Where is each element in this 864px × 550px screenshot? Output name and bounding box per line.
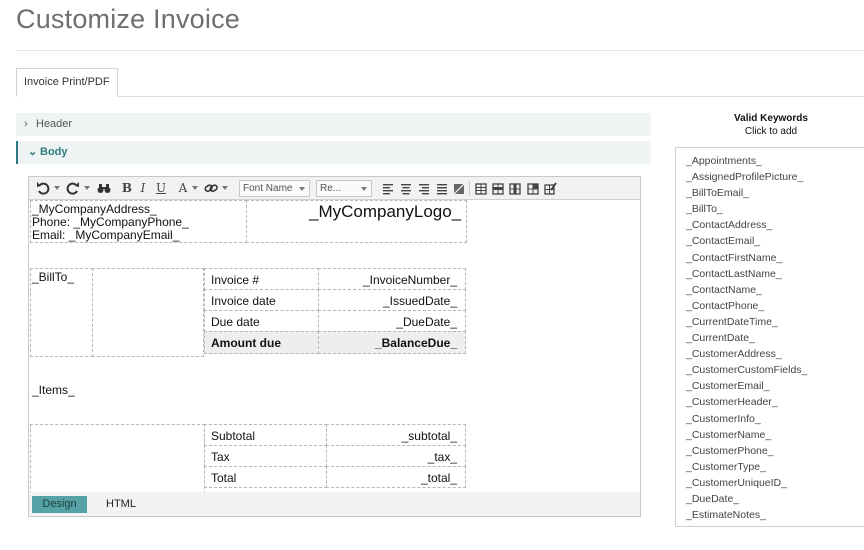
redo-icon[interactable] [66,179,80,197]
keyword-item[interactable]: _ContactLastName_ [676,266,864,282]
keyword-item[interactable]: _DueDate_ [676,491,864,507]
company-logo-keyword: _MyCompanyLogo_ [309,202,462,221]
company-email-keyword: Email: _MyCompanyEmail_ [32,228,180,242]
text-color-dropdown-icon[interactable] [192,186,198,190]
toolbar-separator [469,181,470,196]
undo-icon[interactable] [36,179,50,197]
keyword-item[interactable]: _CustomerPhone_ [676,443,864,459]
link-dropdown-icon[interactable] [222,186,228,190]
keyword-item[interactable]: _CustomerAddress_ [676,346,864,362]
editor-mode-tabs: Design HTML [29,492,640,516]
keyword-item[interactable]: _CurrentDateTime_ [676,314,864,330]
total-keyword: _total_ [420,471,457,485]
keyword-item[interactable]: _EstimateNotes_ [676,507,864,523]
tax-label: Tax [211,450,230,464]
align-right-icon[interactable] [418,179,430,197]
edit-table-icon[interactable] [544,179,557,197]
editor-toolbar: B I U A Font Name Re... [29,177,640,200]
html-tab[interactable]: HTML [100,496,142,513]
keyword-item[interactable]: _CustomerInfo_ [676,411,864,427]
editor-content[interactable]: _MyCompanyAddress_ Phone: _MyCompanyPhon… [29,200,640,492]
insert-table-icon[interactable] [475,179,487,197]
keyword-item[interactable]: _ContactPhone_ [676,298,864,314]
amount-due-label: Amount due [211,336,281,350]
italic-button[interactable]: I [137,179,149,197]
bold-button[interactable]: B [121,179,133,197]
keyword-item[interactable]: _ContactFirstName_ [676,250,864,266]
items-keyword: _Items_ [32,383,75,397]
keyword-item[interactable]: _BillTo_ [676,201,864,217]
font-size-dropdown-icon [361,187,367,191]
keyword-item[interactable]: _CustomerEmail_ [676,378,864,394]
find-icon[interactable] [96,179,112,197]
chevron-right-icon: › [24,118,28,130]
rich-text-editor: B I U A Font Name Re... _MyCompanyAddres… [28,176,641,517]
keyword-item[interactable]: _CustomerCustomFields_ [676,362,864,378]
due-date-keyword: _DueDate_ [396,315,457,329]
table-row-icon[interactable] [492,179,504,197]
table-cell-icon[interactable] [527,179,539,197]
spacer-cell [92,268,204,357]
keyword-item[interactable]: _CustomerUniqueID_ [676,475,864,491]
keyword-item[interactable]: _CustomerType_ [676,459,864,475]
title-divider [16,50,864,51]
keywords-list: _Appointments_ _AssignedProfilePicture_ _B… [675,147,864,527]
text-color-icon[interactable]: A [177,179,189,197]
tab-bar: Invoice Print/PDF [16,68,864,97]
due-date-label: Due date [211,315,260,329]
design-tab[interactable]: Design [32,496,87,513]
font-name-select[interactable]: Font Name [239,180,310,197]
keyword-item[interactable]: _ContactEmail_ [676,233,864,249]
font-size-select[interactable]: Re... [316,180,372,197]
keyword-item[interactable]: _BillToEmail_ [676,185,864,201]
font-size-value: Re... [320,183,342,194]
section-body-label: Body [40,146,68,158]
bill-to-keyword: _BillTo_ [32,270,75,284]
invoice-date-label: Invoice date [211,294,276,308]
keyword-item[interactable]: _CurrentDate_ [676,330,864,346]
keyword-item[interactable]: _ContactName_ [676,282,864,298]
tab-invoice-print-pdf[interactable]: Invoice Print/PDF [16,68,118,97]
keywords-subtitle: Click to add [744,126,798,137]
balance-due-keyword: _BalanceDue_ [374,336,457,350]
page-title: Customize Invoice [16,4,240,34]
keyword-item[interactable]: _ContactAddress_ [676,217,864,233]
underline-button[interactable]: U [155,179,167,197]
font-name-value: Font Name [243,183,293,194]
section-header-toggle[interactable]: › Header [16,113,651,136]
table-column-icon[interactable] [509,179,521,197]
keywords-title: Valid Keywords [734,113,808,124]
invoice-number-label: Invoice # [211,273,260,287]
align-center-icon[interactable] [400,179,412,197]
total-label: Total [211,471,237,485]
subtotal-label: Subtotal [211,429,256,443]
totals-spacer-cell [30,424,205,492]
invoice-number-keyword: _InvoiceNumber_ [362,273,457,287]
redo-dropdown-icon[interactable] [84,186,90,190]
undo-dropdown-icon[interactable] [54,186,60,190]
issued-date-keyword: _IssuedDate_ [382,294,457,308]
section-body-toggle[interactable]: ⌄ Body [16,141,651,164]
keyword-item[interactable]: _CustomerName_ [676,427,864,443]
keyword-item[interactable]: _Appointments_ [676,153,864,169]
keyword-item[interactable]: _CustomerHeader_ [676,394,864,410]
keyword-item[interactable]: _AssignedProfilePicture_ [676,169,864,185]
align-justify-icon[interactable] [436,179,448,197]
align-left-icon[interactable] [382,179,394,197]
tax-keyword: _tax_ [427,450,457,464]
link-icon[interactable] [204,179,218,197]
subtotal-keyword: _subtotal_ [401,429,457,443]
section-header-label: Header [36,118,73,130]
clear-formatting-icon[interactable] [453,179,465,197]
chevron-down-icon: ⌄ [28,146,38,158]
font-name-dropdown-icon [299,187,305,191]
